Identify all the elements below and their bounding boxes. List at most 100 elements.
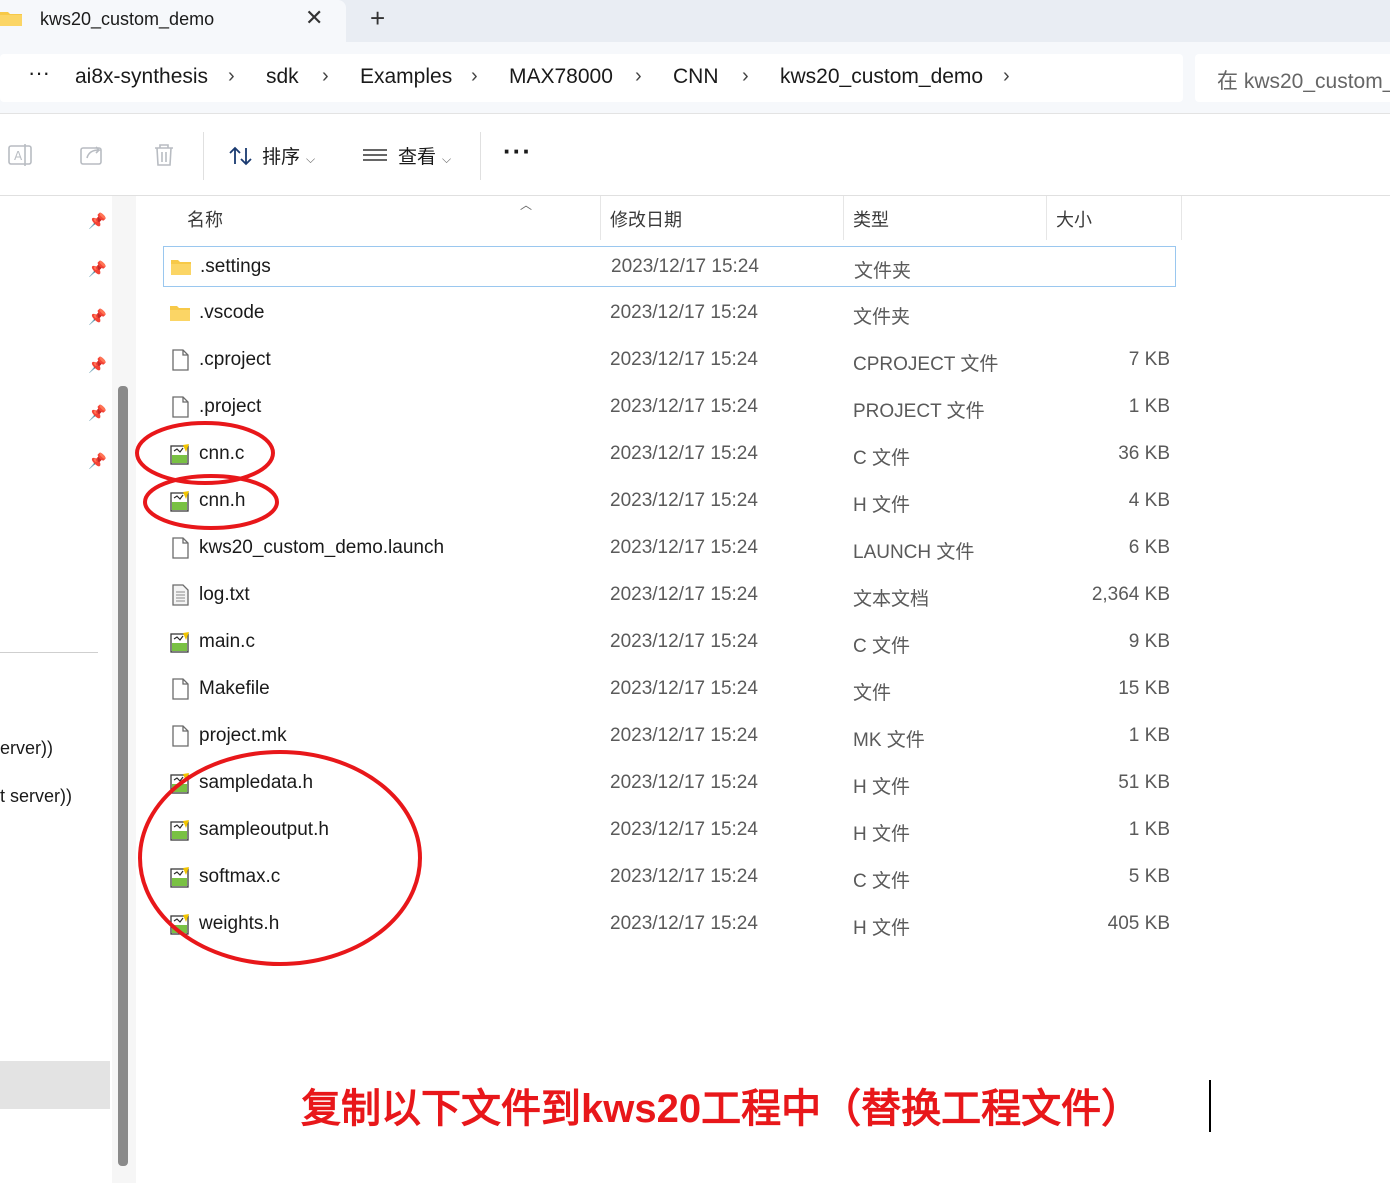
breadcrumb-item-sdk[interactable]: sdk <box>266 65 299 89</box>
file-modified-date: 2023/12/17 15:24 <box>610 490 758 511</box>
file-name[interactable]: Makefile <box>199 678 270 700</box>
breadcrumb[interactable]: ··· ai8x-synthesis › sdk › Examples › MA… <box>0 54 1183 102</box>
file-type: LAUNCH 文件 <box>853 542 975 563</box>
command-bar: A 排序 ⌵ 查看 ⌵ ··· <box>0 114 1390 196</box>
rename-icon[interactable]: A <box>7 142 33 168</box>
file-row[interactable]: sampledata.h 2023/12/17 15:24 H 文件 51 KB <box>163 763 1176 804</box>
file-type: C 文件 <box>853 448 911 469</box>
breadcrumb-item-max78000[interactable]: MAX78000 <box>509 65 613 89</box>
folder-icon <box>170 256 192 278</box>
pin-icon[interactable]: 📌 <box>88 308 107 326</box>
chevron-right-icon[interactable]: › <box>635 65 642 88</box>
file-name[interactable]: weights.h <box>199 913 279 935</box>
file-row[interactable]: weights.h 2023/12/17 15:24 H 文件 405 KB <box>163 904 1176 945</box>
nav-item-network-location[interactable]: t server)) <box>0 786 72 807</box>
sort-button[interactable]: 排序 ⌵ <box>228 142 315 170</box>
file-row[interactable]: main.c 2023/12/17 15:24 C 文件 9 KB <box>163 622 1176 663</box>
file-modified-date: 2023/12/17 15:24 <box>610 631 758 652</box>
column-header-type[interactable]: 类型 <box>853 206 889 232</box>
file-row[interactable]: sampleoutput.h 2023/12/17 15:24 H 文件 1 KB <box>163 810 1176 851</box>
file-name[interactable]: .cproject <box>199 349 271 371</box>
file-name[interactable]: .vscode <box>199 302 264 324</box>
file-name[interactable]: project.mk <box>199 725 287 747</box>
pin-icon[interactable]: 📌 <box>88 452 107 470</box>
file-name[interactable]: softmax.c <box>199 866 280 888</box>
breadcrumb-more-button[interactable]: ··· <box>28 60 50 86</box>
pin-icon[interactable]: 📌 <box>88 260 107 278</box>
file-row[interactable]: kws20_custom_demo.launch 2023/12/17 15:24… <box>163 528 1176 569</box>
column-divider[interactable] <box>1046 196 1047 240</box>
text-file-icon <box>169 584 191 606</box>
chevron-right-icon[interactable]: › <box>228 65 235 88</box>
tab-kws20-custom-demo[interactable]: kws20_custom_demo ✕ <box>0 0 346 42</box>
nav-item-network-location[interactable]: erver)) <box>0 738 53 759</box>
pin-icon[interactable]: 📌 <box>88 404 107 422</box>
file-type: C 文件 <box>853 871 911 892</box>
file-name[interactable]: cnn.h <box>199 490 245 512</box>
chevron-right-icon[interactable]: › <box>471 65 478 88</box>
file-modified-date: 2023/12/17 15:24 <box>610 349 758 370</box>
column-header-name[interactable]: 名称 <box>187 206 223 232</box>
file-size: 15 KB <box>1118 678 1170 699</box>
chevron-right-icon[interactable]: › <box>742 65 749 88</box>
chevron-down-icon: ⌵ <box>442 152 452 166</box>
tab-title: kws20_custom_demo <box>40 9 215 29</box>
file-modified-date: 2023/12/17 15:24 <box>610 725 758 746</box>
file-name[interactable]: sampledata.h <box>199 772 313 794</box>
file-type: 文件 <box>853 683 892 704</box>
file-size: 51 KB <box>1118 772 1170 793</box>
breadcrumb-item-kws20-custom-demo[interactable]: kws20_custom_demo <box>780 65 983 89</box>
file-row[interactable]: .vscode 2023/12/17 15:24 文件夹 <box>163 293 1176 334</box>
source-file-icon <box>169 819 191 841</box>
file-type: H 文件 <box>853 824 911 845</box>
file-type: 文本文档 <box>853 589 930 610</box>
column-divider[interactable] <box>843 196 844 240</box>
search-input[interactable]: 在 kws20_custom_demo 中搜索 <box>1195 54 1390 102</box>
chevron-right-icon[interactable]: › <box>1003 65 1010 88</box>
file-row[interactable]: softmax.c 2023/12/17 15:24 C 文件 5 KB <box>163 857 1176 898</box>
file-icon <box>169 349 191 371</box>
file-size: 405 KB <box>1107 913 1170 934</box>
file-name[interactable]: log.txt <box>199 584 250 606</box>
pin-icon[interactable]: 📌 <box>88 356 107 374</box>
file-name[interactable]: .project <box>199 396 261 418</box>
file-name[interactable]: cnn.c <box>199 443 244 465</box>
column-header-size[interactable]: 大小 <box>1056 206 1092 232</box>
file-name[interactable]: main.c <box>199 631 255 653</box>
column-header-date[interactable]: 修改日期 <box>610 206 682 232</box>
file-row[interactable]: Makefile 2023/12/17 15:24 文件 15 KB <box>163 669 1176 710</box>
file-row[interactable]: project.mk 2023/12/17 15:24 MK 文件 1 KB <box>163 716 1176 757</box>
new-tab-button[interactable]: + <box>370 3 385 34</box>
file-size: 1 KB <box>1128 725 1170 746</box>
chevron-right-icon[interactable]: › <box>322 65 329 88</box>
delete-icon[interactable] <box>151 142 177 168</box>
breadcrumb-item-examples[interactable]: Examples <box>360 65 452 89</box>
more-options-button[interactable]: ··· <box>503 136 532 167</box>
file-size: 1 KB <box>1128 396 1170 417</box>
file-modified-date: 2023/12/17 15:24 <box>610 537 758 558</box>
file-name[interactable]: kws20_custom_demo.launch <box>199 537 444 559</box>
file-row[interactable]: .project 2023/12/17 15:24 PROJECT 文件 1 KB <box>163 387 1176 428</box>
column-divider[interactable] <box>1181 196 1182 240</box>
breadcrumb-item-cnn[interactable]: CNN <box>673 65 719 89</box>
search-placeholder: 在 kws20_custom_demo 中搜索 <box>1217 70 1390 93</box>
view-button[interactable]: 查看 ⌵ <box>362 142 451 170</box>
file-name[interactable]: .settings <box>200 256 271 278</box>
file-row[interactable]: cnn.h 2023/12/17 15:24 H 文件 4 KB <box>163 481 1176 522</box>
column-divider[interactable] <box>600 196 601 240</box>
close-tab-icon[interactable]: ✕ <box>305 5 323 31</box>
navigation-pane: 📌 📌 📌 📌 📌 📌 erver)) t server)) <box>0 196 110 1183</box>
file-icon <box>169 537 191 559</box>
file-name[interactable]: sampleoutput.h <box>199 819 329 841</box>
pin-icon[interactable]: 📌 <box>88 212 107 230</box>
file-row[interactable]: .cproject 2023/12/17 15:24 CPROJECT 文件 7 KB <box>163 340 1176 381</box>
file-row[interactable]: .settings 2023/12/17 15:24 文件夹 <box>163 246 1176 287</box>
file-modified-date: 2023/12/17 15:24 <box>610 302 758 323</box>
nav-scrollbar[interactable] <box>118 386 128 1166</box>
file-row[interactable]: log.txt 2023/12/17 15:24 文本文档 2,364 KB <box>163 575 1176 616</box>
nav-item-selected[interactable] <box>0 1061 110 1109</box>
file-row[interactable]: cnn.c 2023/12/17 15:24 C 文件 36 KB <box>163 434 1176 475</box>
share-icon[interactable] <box>79 142 105 168</box>
breadcrumb-item-ai8x-synthesis[interactable]: ai8x-synthesis <box>75 65 208 89</box>
file-modified-date: 2023/12/17 15:24 <box>610 772 758 793</box>
